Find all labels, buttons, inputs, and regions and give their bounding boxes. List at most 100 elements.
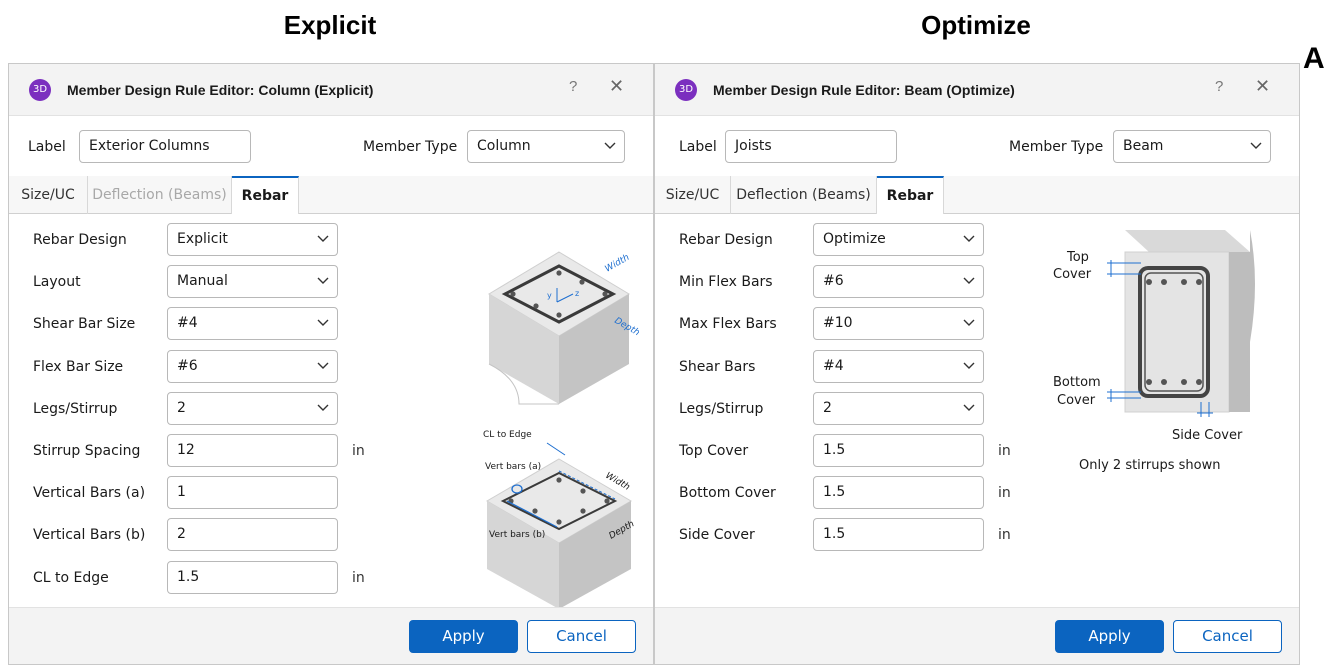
member-type-select[interactable]: Column bbox=[467, 130, 625, 163]
field-select[interactable]: #10 bbox=[813, 307, 984, 340]
title-bar: 3D Member Design Rule Editor: Beam (Opti… bbox=[655, 64, 1299, 116]
field-select[interactable]: 2 bbox=[813, 392, 984, 425]
chevron-down-icon bbox=[604, 142, 616, 149]
field-label: Shear Bars bbox=[679, 359, 756, 375]
svg-text:y: y bbox=[547, 291, 552, 300]
help-icon[interactable]: ? bbox=[569, 78, 577, 95]
field-label: Min Flex Bars bbox=[679, 274, 773, 290]
close-icon[interactable]: ✕ bbox=[1255, 76, 1270, 97]
app-3d-icon: 3D bbox=[675, 79, 697, 101]
apply-button[interactable]: Apply bbox=[1055, 620, 1164, 653]
width-label: Width bbox=[604, 253, 632, 275]
field-label: Layout bbox=[33, 274, 81, 290]
tab-deflection: Deflection (Beams) bbox=[88, 176, 232, 214]
close-icon[interactable]: ✕ bbox=[609, 76, 624, 97]
label-input[interactable]: Exterior Columns bbox=[79, 130, 251, 163]
chevron-down-icon bbox=[317, 319, 329, 326]
tab-size-uc[interactable]: Size/UC bbox=[9, 176, 88, 214]
panel-letter: A bbox=[1303, 42, 1325, 75]
unit-label: in bbox=[998, 485, 1011, 501]
top-cover-label: Cover bbox=[1053, 267, 1092, 282]
member-type-caption: Member Type bbox=[363, 139, 458, 155]
label-input[interactable]: Joists bbox=[725, 130, 897, 163]
tab-rebar[interactable]: Rebar bbox=[232, 176, 299, 215]
field-select[interactable]: #6 bbox=[813, 265, 984, 298]
field-select[interactable]: Explicit bbox=[167, 223, 338, 256]
field-select[interactable]: #6 bbox=[167, 350, 338, 383]
dialog-footer: Apply Cancel bbox=[655, 607, 1299, 664]
column-section-diagram: z y Width Depth bbox=[488, 251, 639, 405]
apply-button[interactable]: Apply bbox=[409, 620, 518, 653]
beam-rule-dialog: 3D Member Design Rule Editor: Beam (Opti… bbox=[654, 63, 1300, 665]
label-caption: Label bbox=[679, 139, 717, 155]
help-icon[interactable]: ? bbox=[1215, 78, 1223, 95]
tab-rebar[interactable]: Rebar bbox=[877, 176, 944, 215]
chevron-down-icon bbox=[317, 404, 329, 411]
field-label: Bottom Cover bbox=[679, 485, 776, 501]
heading-explicit: Explicit bbox=[283, 10, 377, 40]
field-input[interactable]: 1 bbox=[167, 476, 338, 509]
chevron-down-icon bbox=[963, 319, 975, 326]
field-value: #6 bbox=[177, 358, 198, 374]
top-label: Top bbox=[1067, 250, 1089, 265]
column-bar-layout-diagram: CL to Edge Vert bars (a) Vert bars (b) W… bbox=[483, 430, 636, 609]
svg-text:z: z bbox=[575, 289, 579, 298]
field-input[interactable]: 1.5 bbox=[167, 561, 338, 594]
chevron-down-icon bbox=[963, 404, 975, 411]
field-label: Vertical Bars (b) bbox=[33, 527, 146, 543]
chevron-down-icon bbox=[963, 362, 975, 369]
chevron-down-icon bbox=[963, 235, 975, 242]
bottom-label: Bottom bbox=[1053, 375, 1101, 390]
field-label: Top Cover bbox=[679, 443, 749, 459]
chevron-down-icon bbox=[317, 235, 329, 242]
field-label: Max Flex Bars bbox=[679, 316, 777, 332]
field-value: Manual bbox=[177, 273, 228, 289]
unit-label: in bbox=[352, 443, 365, 459]
cancel-button[interactable]: Cancel bbox=[527, 620, 636, 653]
field-label: Shear Bar Size bbox=[33, 316, 136, 332]
tab-strip: Size/UC Deflection (Beams) Rebar bbox=[655, 176, 1299, 215]
member-type-value: Column bbox=[477, 138, 531, 154]
cl-to-edge-label: CL to Edge bbox=[483, 430, 532, 440]
unit-label: in bbox=[352, 570, 365, 586]
chevron-down-icon bbox=[317, 277, 329, 284]
field-label: Flex Bar Size bbox=[33, 359, 124, 375]
field-label: Side Cover bbox=[679, 527, 755, 543]
field-label: Rebar Design bbox=[679, 232, 773, 248]
chevron-down-icon bbox=[1250, 142, 1262, 149]
tab-deflection[interactable]: Deflection (Beams) bbox=[731, 176, 877, 214]
dialog-title: Member Design Rule Editor: Column (Expli… bbox=[67, 82, 374, 98]
vert-bars-a-label: Vert bars (a) bbox=[485, 462, 541, 472]
field-label: Legs/Stirrup bbox=[679, 401, 764, 417]
field-input[interactable]: 2 bbox=[167, 518, 338, 551]
dialog-title: Member Design Rule Editor: Beam (Optimiz… bbox=[713, 82, 1015, 98]
field-select[interactable]: #4 bbox=[167, 307, 338, 340]
field-value: 2 bbox=[177, 400, 186, 416]
cancel-button[interactable]: Cancel bbox=[1173, 620, 1282, 653]
field-input[interactable]: 1.5 bbox=[813, 476, 984, 509]
app-3d-icon: 3D bbox=[29, 79, 51, 101]
dialog-footer: Apply Cancel bbox=[9, 607, 653, 664]
field-value: Explicit bbox=[177, 231, 228, 247]
side-cover-label: Side Cover bbox=[1172, 428, 1243, 443]
tab-size-uc[interactable]: Size/UC bbox=[655, 176, 731, 214]
field-input[interactable]: 1.5 bbox=[813, 518, 984, 551]
chevron-down-icon bbox=[317, 362, 329, 369]
field-input[interactable]: 12 bbox=[167, 434, 338, 467]
field-label: Stirrup Spacing bbox=[33, 443, 141, 459]
field-value: Optimize bbox=[823, 231, 886, 247]
heading-optimize: Optimize bbox=[921, 10, 1031, 40]
field-select[interactable]: Manual bbox=[167, 265, 338, 298]
chevron-down-icon bbox=[963, 277, 975, 284]
unit-label: in bbox=[998, 527, 1011, 543]
member-type-select[interactable]: Beam bbox=[1113, 130, 1271, 163]
label-caption: Label bbox=[28, 139, 66, 155]
field-select[interactable]: #4 bbox=[813, 350, 984, 383]
bottom-cover-label: Cover bbox=[1057, 393, 1096, 408]
field-select[interactable]: 2 bbox=[167, 392, 338, 425]
title-bar: 3D Member Design Rule Editor: Column (Ex… bbox=[9, 64, 653, 116]
field-value: #6 bbox=[823, 273, 844, 289]
field-input[interactable]: 1.5 bbox=[813, 434, 984, 467]
field-select[interactable]: Optimize bbox=[813, 223, 984, 256]
stirrups-note: Only 2 stirrups shown bbox=[1079, 458, 1221, 473]
